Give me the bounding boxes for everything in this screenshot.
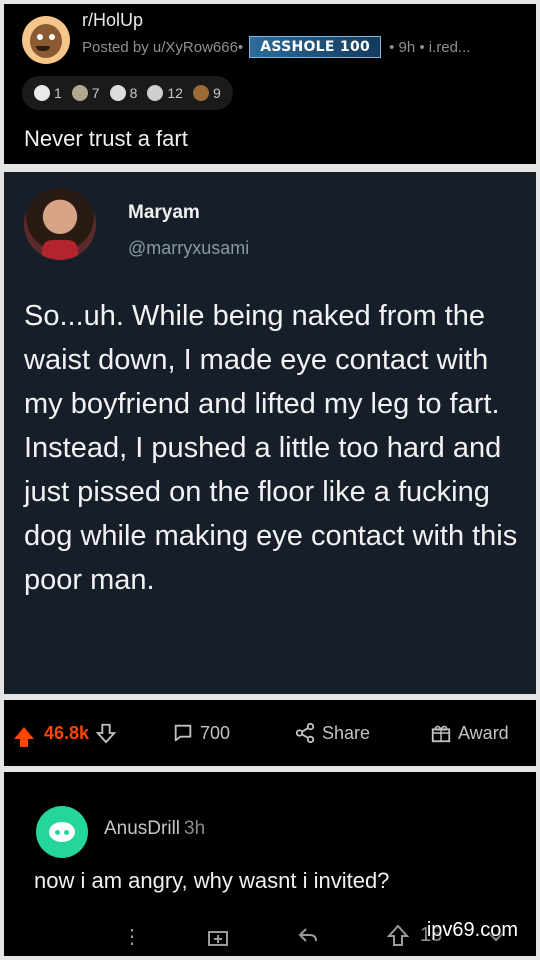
vote-group: 46.8k (14, 722, 117, 747)
award-item: 12 (147, 85, 183, 101)
user-flair: ASSHOLE 100 (249, 36, 382, 58)
share-label: Share (322, 722, 371, 743)
tweet-avatar (24, 188, 96, 260)
more-options-icon[interactable]: ⋮ (122, 924, 142, 949)
award-item: 7 (71, 85, 100, 101)
post-meta: • 9h • i.red... (389, 38, 471, 56)
comment-icon (174, 724, 192, 742)
comment-upvote-icon[interactable] (386, 924, 410, 948)
award-count: 1 (54, 85, 62, 101)
gift-icon (431, 725, 451, 743)
comments-button[interactable]: 700 (172, 722, 230, 744)
share-button[interactable]: Share (294, 722, 370, 744)
watermark: ipv69.com (426, 919, 518, 941)
comment-award-icon[interactable] (206, 924, 230, 948)
tweet-author-name: Maryam (128, 202, 200, 223)
upvote-icon[interactable] (14, 727, 34, 747)
award-count: 12 (167, 85, 183, 101)
comments-count: 700 (200, 722, 231, 743)
commenter-avatar[interactable] (36, 806, 88, 858)
award-label: Award (458, 722, 509, 743)
award-item: 8 (109, 85, 138, 101)
post-header: r/HolUp Posted by u/XyRow666• ASSHOLE 10… (4, 4, 536, 164)
comment-username[interactable]: AnusDrill (104, 818, 180, 839)
share-icon (295, 722, 315, 744)
tweet-text: So...uh. While being naked from the wais… (24, 300, 518, 596)
award-icon-2 (71, 85, 88, 101)
tweet-screenshot[interactable]: Maryam @marryxusami So...uh. While being… (4, 172, 536, 694)
comment-text: now i am angry, why wasnt i invited? (34, 868, 390, 893)
subreddit-name[interactable]: r/HolUp (82, 10, 143, 31)
award-item: 1 (34, 85, 62, 101)
reply-icon[interactable] (296, 924, 320, 948)
comment-author[interactable]: AnusDrill 3h (104, 818, 205, 840)
award-count: 7 (91, 85, 100, 101)
tweet-author-handle: @marryxusami (128, 238, 250, 258)
award-icon-3 (109, 85, 126, 101)
award-icon-1 (34, 85, 50, 101)
post-action-bar: 46.8k 700 Share Award (4, 700, 536, 766)
downvote-icon[interactable] (95, 722, 117, 744)
award-icon-4 (147, 85, 164, 101)
posted-by[interactable]: Posted by u/XyRow666• (82, 39, 243, 56)
award-count: 9 (212, 85, 221, 101)
score: 46.8k (44, 722, 90, 743)
award-icon-5 (192, 85, 209, 101)
awards-bar[interactable]: 1 7 8 12 9 (22, 76, 233, 110)
award-item: 9 (192, 85, 221, 101)
comment-time: 3h (184, 818, 206, 839)
award-count: 8 (129, 85, 138, 101)
award-button[interactable]: Award (430, 722, 509, 744)
post-title[interactable]: Never trust a fart (24, 126, 188, 152)
comment: AnusDrill 3h now i am angry, why wasnt i … (4, 772, 536, 956)
post-byline: Posted by u/XyRow666• ASSHOLE 100 • 9h •… (82, 36, 470, 58)
subreddit-avatar[interactable] (22, 16, 70, 64)
